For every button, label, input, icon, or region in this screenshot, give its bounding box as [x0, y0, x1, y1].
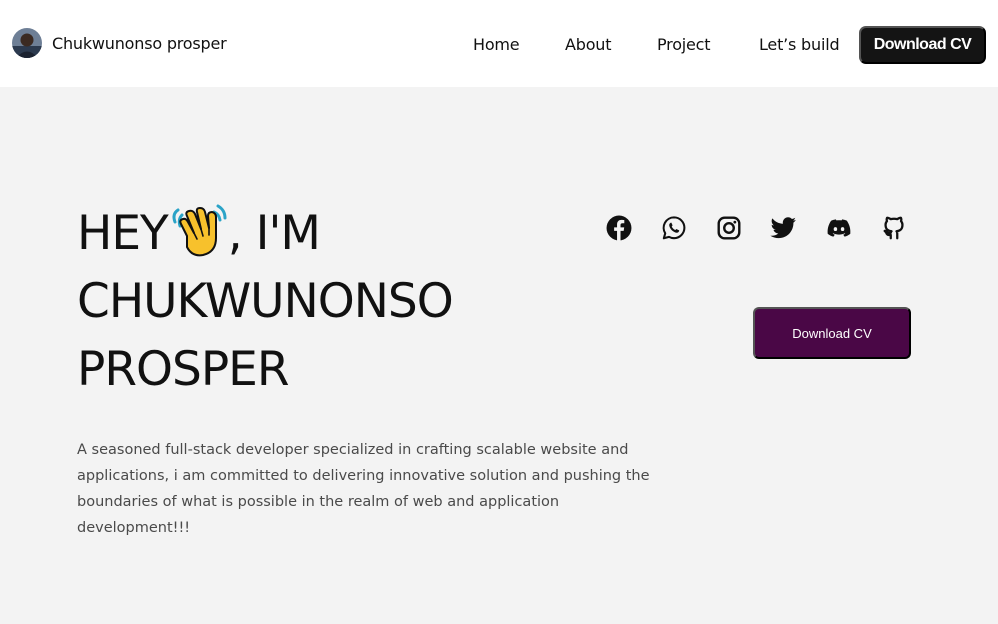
avatar[interactable] — [12, 28, 42, 58]
brand[interactable]: Chukwunonso prosper — [12, 28, 227, 58]
nav-lets-build[interactable]: Let’s build — [759, 35, 840, 54]
whatsapp-icon[interactable] — [660, 214, 687, 241]
facebook-icon[interactable] — [605, 214, 632, 241]
instagram-icon[interactable] — [715, 214, 742, 241]
hero-title: HEY , I'M CHUKWUNONSO PROSPER — [77, 200, 454, 404]
nav-about[interactable]: About — [565, 35, 612, 54]
nav-project[interactable]: Project — [657, 35, 711, 54]
hero-description: A seasoned full-stack developer speciali… — [77, 442, 650, 536]
hero-title-line-3: PROSPER — [77, 342, 290, 397]
brand-name[interactable]: Chukwunonso prosper — [52, 34, 227, 53]
hero-title-line-2: CHUKWUNONSO — [77, 274, 454, 329]
waving-hand-icon — [170, 202, 230, 258]
header-download-cv-button[interactable]: Download CV — [859, 26, 986, 64]
hero-title-line-1: HEY , I'M — [77, 200, 453, 268]
github-icon[interactable] — [880, 214, 907, 241]
hero-title-hey: HEY — [77, 206, 169, 261]
hero-title-im: , I'M — [227, 206, 321, 261]
social-links — [605, 214, 907, 241]
hero-download-cv-button[interactable]: Download CV — [753, 307, 911, 359]
twitter-icon[interactable] — [770, 214, 797, 241]
navbar: Chukwunonso prosper Home About Project L… — [0, 0, 998, 87]
discord-icon[interactable] — [825, 214, 852, 241]
nav-home[interactable]: Home — [473, 35, 520, 54]
